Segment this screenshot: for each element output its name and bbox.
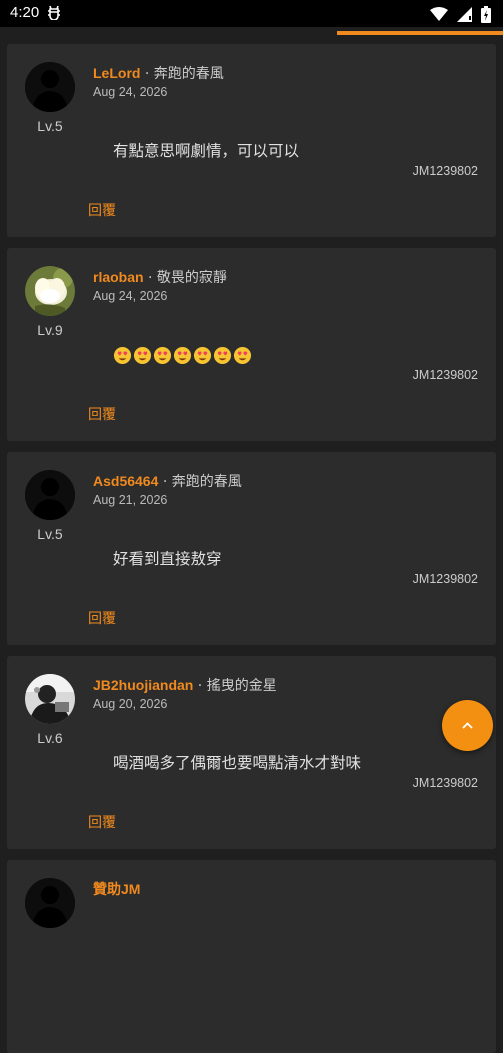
comment-header: Asd56464 · 奔跑的春風 [93,471,242,491]
comment-header: rlaoban · 敬畏的寂靜 [93,267,227,287]
status-bar: 4:20 [0,0,503,27]
chevron-up-icon [462,722,473,729]
comic-code: JM1239802 [412,368,478,382]
comment-date: Aug 24, 2026 [93,289,168,303]
comment-text: 喝酒喝多了偶爾也要喝點清水才對味 [113,754,362,772]
comment-text: 有點意思啊劇情，可以可以 [113,142,300,160]
user-rank: · 奔跑的春風 [140,66,224,82]
avatar[interactable] [25,266,75,316]
heart-eyes-emoji [173,346,192,365]
user-rank: · 敬畏的寂靜 [143,270,227,286]
heart-eyes-emoji [113,346,132,365]
avatar[interactable] [25,878,75,928]
comment-header: 贊助JM [93,879,140,899]
wifi-icon [429,7,448,21]
comment-text: 好看到直接敖穿 [113,550,222,568]
username-link[interactable]: Asd56464 [93,473,158,489]
scroll-to-top-button[interactable] [442,700,493,751]
signal-icon [456,7,472,22]
avatar[interactable] [25,62,75,112]
comment-date: Aug 24, 2026 [93,85,168,99]
comment-card: Lv.5 LeLord · 奔跑的春風 Aug 24, 2026 有點意思啊劇情… [7,44,496,237]
comment-card: Lv.9 rlaoban · 敬畏的寂靜 Aug 24, 2026 JM1239… [7,248,496,441]
emoji-row [113,346,253,369]
scroll-progress-fill [337,31,503,35]
username-link[interactable]: LeLord [93,65,140,81]
comment-header: LeLord · 奔跑的春風 [93,63,224,83]
reply-button[interactable]: 回覆 [88,608,116,628]
comment-date: Aug 20, 2026 [93,697,168,711]
comic-code: JM1239802 [412,572,478,586]
comic-code: JM1239802 [412,776,478,790]
comment-header: JB2huojiandan · 搖曳的金星 [93,675,277,695]
avatar[interactable] [25,470,75,520]
heart-eyes-emoji [233,346,252,365]
user-rank: · 奔跑的春風 [158,474,242,490]
reply-button[interactable]: 回覆 [88,812,116,832]
battery-charging-icon [481,6,491,23]
scroll-progress-bar [0,28,503,36]
comic-code: JM1239802 [412,164,478,178]
reply-button[interactable]: 回覆 [88,200,116,220]
user-level: Lv.9 [37,322,63,338]
heart-eyes-emoji [193,346,212,365]
comment-card: Lv.5 Asd56464 · 奔跑的春風 Aug 21, 2026 好看到直接… [7,452,496,645]
user-level: Lv.5 [37,526,63,542]
heart-eyes-emoji [153,346,172,365]
comment-card: Lv.6 JB2huojiandan · 搖曳的金星 Aug 20, 2026 … [7,656,496,849]
comment-card: 贊助JM [7,860,496,1053]
status-time: 4:20 [10,4,40,21]
username-link[interactable]: 贊助JM [93,881,140,897]
avatar[interactable] [25,674,75,724]
bug-icon [46,4,62,24]
user-level: Lv.6 [37,730,63,746]
user-rank: · 搖曳的金星 [193,678,277,694]
user-level: Lv.5 [37,118,63,134]
heart-eyes-emoji [213,346,232,365]
username-link[interactable]: JB2huojiandan [93,677,193,693]
username-link[interactable]: rlaoban [93,269,144,285]
reply-button[interactable]: 回覆 [88,404,116,424]
heart-eyes-emoji [133,346,152,365]
comment-date: Aug 21, 2026 [93,493,168,507]
